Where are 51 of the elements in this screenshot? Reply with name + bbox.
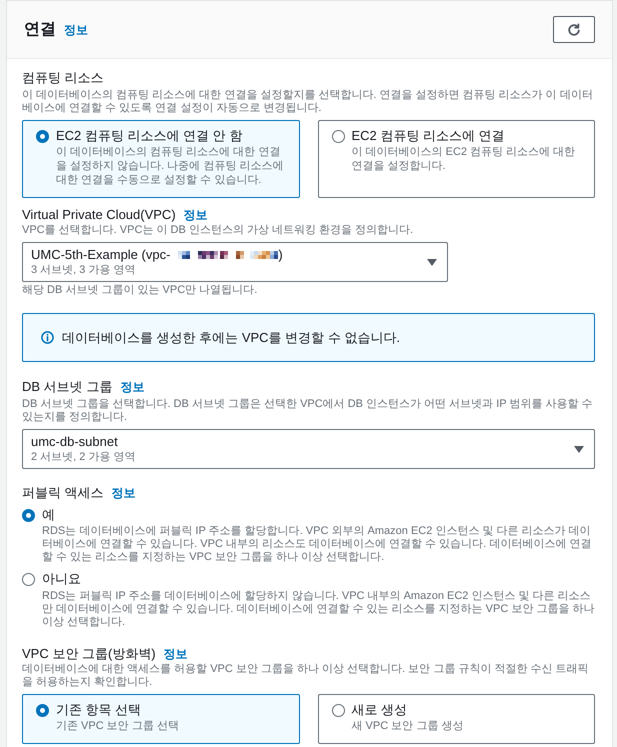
option-description: 새 VPC 보안 그룹 생성 [352, 719, 464, 733]
refresh-button[interactable] [553, 16, 595, 43]
caret-icon [427, 258, 437, 266]
select-field[interactable]: umc-db-subnet 2 서브넷, 2 가용 영역 [22, 429, 595, 469]
option-title: 새로 생성 [352, 701, 408, 719]
option-description: 기존 VPC 보안 그룹 선택 [56, 719, 180, 733]
radio-button[interactable] [36, 130, 49, 142]
radio-button[interactable] [36, 704, 49, 716]
field-description: VPC를 선택합니다. VPC는 이 DB 인스턴스의 가상 네트워킹 환경을 정의합니다. [22, 224, 414, 237]
option-tile[interactable]: EC2 컴퓨팅 리소스에 연결 이 데이터베이스의 EC2 컴퓨팅 리소스에 대한 연결을 설정합니다. [318, 120, 595, 198]
info-link[interactable]: 정보 [184, 206, 208, 224]
option-description: 이 데이터베이스의 컴퓨팅 리소스에 대한 연결을 설정하지 않습니다. 나중에 컴퓨팅 리소스에 대한 연결을 수동으로 설정할 수 있습니다. [56, 145, 284, 187]
select-field[interactable]: UMC-5th-Example (vpc- ) 3 서브넷, 3 가용 영역 [22, 242, 448, 282]
field-description: DB 서브넷 그룹을 선택합니다. DB 서브넷 그룹은 선택한 VPC에서 DB 인스턴스가 어떤 서브넷과 IP 범위를 사용할 수 있는지를 정의합니다. [22, 398, 594, 424]
radio-button[interactable] [22, 508, 35, 522]
select-detail: 3 서브넷, 3 가용 영역 [31, 263, 137, 277]
refresh-icon [567, 22, 581, 36]
field-description: 해당 DB 서브넷 그룹이 있는 VPC만 나열됩니다. [22, 284, 258, 297]
radio-description: RDS는 데이터베이스에 퍼블릭 IP 주소를 할당합니다. VPC 외부의 Amazon EC2 인스턴스 및 다른 리소스가 데이터베이스에 연결할 수 있습니다. VPC 내부의 리소스도 데이터베이스에 연결할 수 있습니다. 데이터베이스에 연결할 수 있는 리소스를 지정하는 VPC 보안 그룹을 하나 이상 선택합니다. [41, 525, 592, 564]
option-title: 기존 항목 선택 [56, 701, 142, 719]
field-description: 이 데이터베이스의 컴퓨팅 리소스에 대한 연결을 설정할지를 선택합니다. 연결을 설정하면 컴퓨팅 리소스가 이 데이터베이스에 연결할 수 있도록 연결 설정이 자동으로 변경됩니다. [22, 89, 594, 115]
field-label: VPC 보안 그룹(방화벽) [22, 645, 156, 663]
option-tile[interactable]: EC2 컴퓨팅 리소스에 연결 안 함 이 데이터베이스의 컴퓨팅 리소스에 대한 연결을 설정하지 않습니다. 나중에 컴퓨팅 리소스에 대한 연결을 수동으로 설정할 수 있습니다. [22, 120, 300, 198]
panel-title: 연결 [24, 20, 56, 40]
alert-message: 데이터베이스를 생성한 후에는 VPC를 변경할 수 없습니다. [62, 328, 400, 346]
field-label: 퍼블릭 액세스 [22, 484, 104, 502]
field-description: 데이터베이스에 대한 액세스를 허용할 VPC 보안 그룹을 하나 이상 선택합니다. 보안 그룹 규칙이 적절한 수신 트래픽을 허용하는지 확인합니다. [22, 663, 590, 689]
radio-button[interactable] [332, 130, 344, 142]
info-icon [41, 331, 54, 344]
field-label: Virtual Private Cloud(VPC) [22, 206, 176, 224]
option-title: EC2 컴퓨팅 리소스에 연결 [352, 127, 506, 145]
radio-button[interactable] [332, 704, 344, 716]
select-detail: 2 서브넷, 2 가용 영역 [31, 450, 137, 464]
info-link[interactable]: 정보 [120, 378, 144, 396]
option-description: 이 데이터베이스의 EC2 컴퓨팅 리소스에 대한 연결을 설정합니다. [352, 145, 576, 173]
field-label: 컴퓨팅 리소스 [22, 69, 104, 87]
info-link[interactable]: 정보 [164, 645, 188, 663]
select-value: UMC-5th-Example (vpc- [31, 247, 170, 263]
radio-label: 아니요 [42, 570, 81, 588]
field-label: DB 서브넷 그룹 [22, 378, 112, 396]
select-value: umc-db-subnet [31, 434, 118, 450]
info-link[interactable]: 정보 [64, 20, 88, 38]
option-tile[interactable]: 새로 생성 새 VPC 보안 그룹 생성 [318, 694, 595, 744]
radio-button[interactable] [22, 572, 35, 586]
radio-description: RDS는 퍼블릭 IP 주소를 데이터베이스에 할당하지 않습니다. VPC 내부의 Amazon EC2 인스턴스 및 다른 리소스만 데이터베이스에 연결할 수 있습니다. 데이터베이스에 연결할 수 있는 리소스를 지정하는 VPC 보안 그룹을 하나 이상 선택합니다. [41, 590, 595, 629]
option-title: EC2 컴퓨팅 리소스에 연결 안 함 [56, 127, 244, 145]
caret-icon [574, 446, 584, 452]
radio-label: 예 [42, 506, 55, 524]
info-link[interactable]: 정보 [112, 484, 136, 502]
select-value: ) [278, 247, 283, 263]
option-tile[interactable]: 기존 항목 선택 기존 VPC 보안 그룹 선택 [22, 694, 300, 744]
